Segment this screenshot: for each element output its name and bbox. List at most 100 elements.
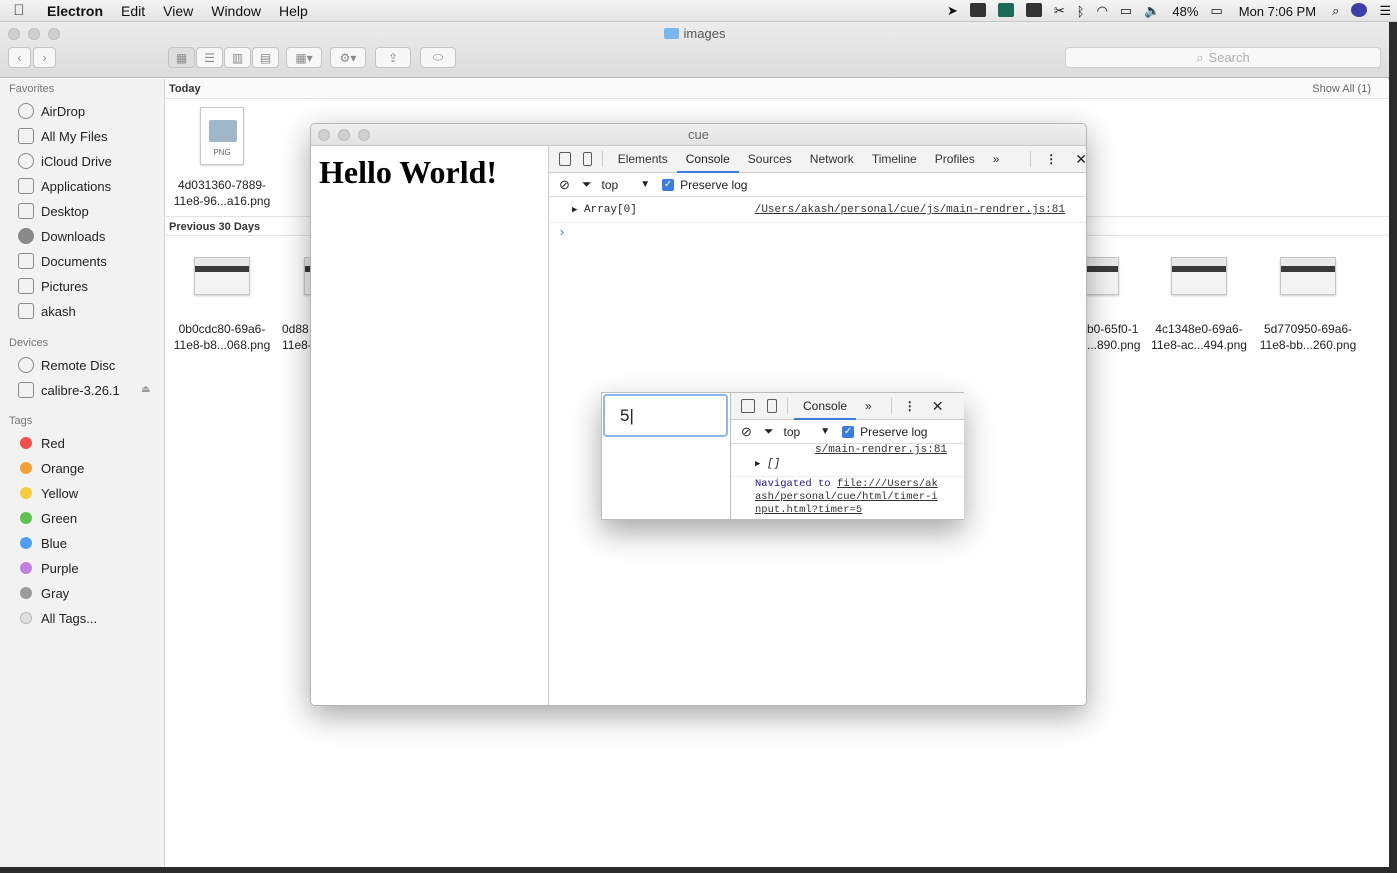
forward-button[interactable]: ›: [33, 47, 56, 68]
airplay-icon[interactable]: ▭: [1114, 3, 1138, 19]
navigated-url-link[interactable]: ash/personal/cue/html/timer-i: [755, 491, 964, 504]
sidebar-item-airdrop[interactable]: AirDrop: [18, 101, 85, 121]
menu-view[interactable]: View: [154, 3, 202, 19]
tab-console[interactable]: Console: [794, 393, 857, 420]
share-button[interactable]: ⇪: [375, 47, 411, 68]
sidebar-tag-blue[interactable]: Blue: [18, 533, 67, 553]
context-select[interactable]: top: [784, 425, 801, 439]
tab-elements[interactable]: Elements: [609, 146, 677, 173]
devtools-close-icon[interactable]: ✕: [932, 398, 944, 415]
file-item[interactable]: 0d88 11e8-: [275, 257, 315, 353]
expand-arrow-icon[interactable]: ▶: [572, 205, 577, 215]
file-item[interactable]: b0-65f0-1 ...890.png: [1085, 257, 1147, 353]
siri-icon[interactable]: [1345, 2, 1373, 20]
sidebar-tag-all[interactable]: All Tags...: [18, 608, 97, 628]
sidebar-tag-gray[interactable]: Gray: [18, 583, 69, 603]
device-toolbar-icon[interactable]: [583, 152, 592, 166]
console-prompt[interactable]: ›: [549, 222, 1086, 240]
cue-zoom-button[interactable]: [358, 129, 370, 141]
tab-timeline[interactable]: Timeline: [863, 146, 926, 173]
bookmark-status-icon[interactable]: [1020, 2, 1048, 20]
devtools-menu-icon[interactable]: ⋮: [1045, 152, 1057, 166]
tab-sources[interactable]: Sources: [739, 146, 801, 173]
file-item[interactable]: 4c1348e0-69a6- 11e8-ac...494.png: [1144, 257, 1254, 353]
tags-button[interactable]: ⬭: [420, 47, 456, 68]
sidebar-item-documents[interactable]: Documents: [18, 251, 107, 271]
menu-app-name[interactable]: Electron: [38, 3, 112, 19]
file-item[interactable]: PNG 4d031360-7889- 11e8-96...a16.png: [167, 107, 277, 209]
cue-close-button[interactable]: [318, 129, 330, 141]
context-dropdown-icon[interactable]: ▼: [640, 179, 650, 190]
battery-percent[interactable]: 48%: [1166, 4, 1204, 19]
log-source-link[interactable]: /Users/akash/personal/cue/js/main-rendre…: [755, 204, 1065, 216]
cover-flow-button[interactable]: ▤: [252, 47, 279, 68]
console-log-entry[interactable]: ▶ []: [731, 458, 964, 470]
apple-menu-icon[interactable]: : [0, 2, 38, 19]
navigated-url-link[interactable]: nput.html?timer=5: [755, 504, 964, 517]
menu-help[interactable]: Help: [270, 3, 317, 19]
battery-icon[interactable]: ▭: [1204, 3, 1228, 19]
console-log-entry[interactable]: ▶ Array[0] /Users/akash/personal/cue/js/…: [549, 204, 1086, 216]
device-toolbar-icon[interactable]: [767, 399, 777, 413]
context-select[interactable]: top: [602, 178, 619, 192]
back-button[interactable]: ‹: [8, 47, 31, 68]
clear-console-icon[interactable]: ⊘: [559, 177, 570, 193]
action-gear-button[interactable]: ⚙▾: [330, 47, 366, 68]
clock[interactable]: Mon 7:06 PM: [1229, 4, 1326, 19]
devtools-close-icon[interactable]: ✕: [1075, 151, 1086, 168]
bluetooth-icon[interactable]: ᛒ: [1071, 4, 1091, 19]
devtools-menu-icon[interactable]: ⋮: [904, 399, 916, 413]
sidebar-item-akash[interactable]: akash: [18, 301, 76, 321]
sidebar-item-downloads[interactable]: Downloads: [18, 226, 105, 246]
cue-minimize-button[interactable]: [338, 129, 350, 141]
filter-icon[interactable]: ⏷: [582, 177, 592, 192]
menu-edit[interactable]: Edit: [112, 3, 154, 19]
expand-arrow-icon[interactable]: ▶: [755, 459, 760, 469]
tab-console[interactable]: Console: [676, 146, 739, 173]
tab-profiles[interactable]: Profiles: [926, 146, 984, 173]
more-tabs-icon[interactable]: »: [856, 393, 881, 420]
filter-icon[interactable]: ⏷: [764, 424, 774, 439]
more-tabs-icon[interactable]: »: [984, 146, 1009, 173]
navigated-url-link[interactable]: file:///Users/ak: [837, 478, 938, 490]
file-item[interactable]: 5d770950-69a6- 11e8-bb...260.png: [1253, 257, 1363, 353]
context-dropdown-icon[interactable]: ▼: [820, 426, 830, 437]
icon-view-button[interactable]: ▦: [168, 47, 195, 68]
timer-input[interactable]: 5|: [603, 394, 728, 437]
spotlight-search-icon[interactable]: ⌕: [1326, 3, 1345, 19]
sidebar-tag-red[interactable]: Red: [18, 433, 65, 453]
list-view-button[interactable]: ☰: [196, 47, 223, 68]
sidebar-item-all-my-files[interactable]: All My Files: [18, 126, 107, 146]
status-app-icon[interactable]: [964, 2, 992, 20]
column-view-button[interactable]: ▥: [224, 47, 251, 68]
scissors-icon[interactable]: ✂: [1048, 3, 1071, 19]
tab-network[interactable]: Network: [801, 146, 863, 173]
clear-console-icon[interactable]: ⊘: [741, 424, 752, 440]
sidebar-item-remote-disc[interactable]: Remote Disc: [18, 355, 115, 375]
preserve-log-checkbox[interactable]: ✓: [662, 178, 675, 191]
sidebar-item-pictures[interactable]: Pictures: [18, 276, 88, 296]
calibre-status-icon[interactable]: [992, 2, 1020, 20]
preserve-log-checkbox[interactable]: ✓: [842, 425, 855, 438]
wifi-icon[interactable]: ◠: [1091, 3, 1114, 19]
search-field[interactable]: ⌕ Search: [1065, 47, 1381, 68]
sidebar-tag-orange[interactable]: Orange: [18, 458, 84, 478]
sidebar-tag-green[interactable]: Green: [18, 508, 77, 528]
notification-center-icon[interactable]: ☰: [1373, 3, 1397, 19]
file-item[interactable]: 0b0cdc80-69a6- 11e8-b8...068.png: [167, 257, 277, 353]
menu-window[interactable]: Window: [202, 3, 270, 19]
inspect-element-icon[interactable]: [559, 152, 572, 166]
sidebar-tag-yellow[interactable]: Yellow: [18, 483, 78, 503]
sidebar-item-applications[interactable]: Applications: [18, 176, 111, 196]
show-all-link[interactable]: Show All (1): [1312, 79, 1371, 99]
sidebar-tag-purple[interactable]: Purple: [18, 558, 79, 578]
log-source-link[interactable]: s/main-rendrer.js:81: [815, 444, 947, 456]
sidebar-item-calibre[interactable]: calibre-3.26.1: [18, 380, 120, 400]
inspect-element-icon[interactable]: [741, 399, 755, 413]
arrange-button[interactable]: ▦▾: [286, 47, 322, 68]
eject-icon[interactable]: ⏏: [141, 384, 150, 395]
location-icon[interactable]: ➤: [941, 3, 964, 19]
sidebar-item-desktop[interactable]: Desktop: [18, 201, 89, 221]
sidebar-item-icloud-drive[interactable]: iCloud Drive: [18, 151, 112, 171]
volume-icon[interactable]: 🔈: [1138, 3, 1166, 19]
